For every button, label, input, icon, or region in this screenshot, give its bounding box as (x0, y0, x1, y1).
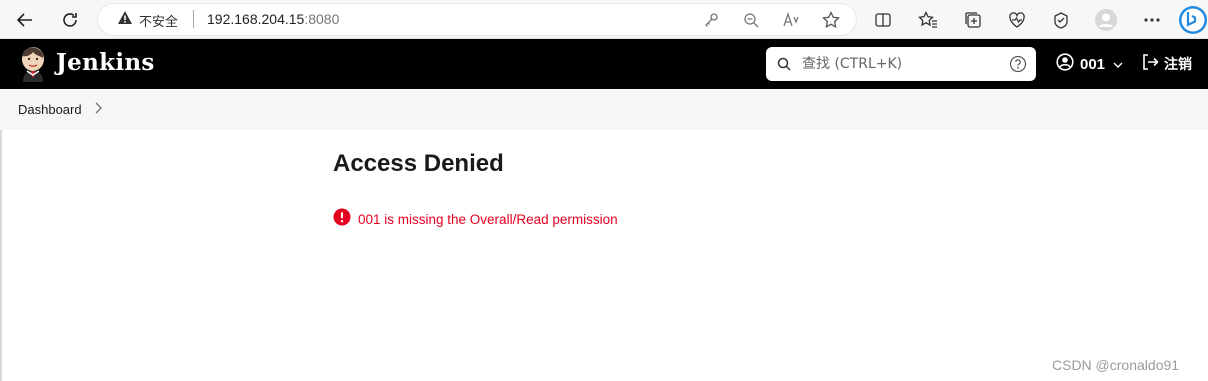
favorite-star-icon[interactable] (820, 9, 842, 31)
main-content: Access Denied 001 is missing the Overall… (333, 150, 618, 227)
page-left-border (0, 130, 2, 381)
breadcrumb-dashboard[interactable]: Dashboard (18, 102, 82, 117)
help-icon[interactable] (1009, 55, 1027, 78)
favorites-icon[interactable] (916, 8, 940, 32)
jenkins-header: Jenkins 001 注销 (0, 39, 1208, 89)
refresh-icon[interactable] (55, 5, 85, 35)
url-text[interactable]: 192.168.204.15:8080 (207, 11, 339, 27)
logout-button[interactable]: 注销 (1141, 53, 1192, 75)
read-aloud-icon[interactable] (780, 9, 802, 31)
key-icon[interactable] (700, 9, 722, 31)
error-icon (333, 208, 351, 231)
logout-label: 注销 (1164, 57, 1192, 73)
chevron-down-icon[interactable] (1113, 56, 1123, 73)
profile-icon[interactable] (1094, 8, 1118, 32)
collections-icon[interactable] (961, 8, 985, 32)
jenkins-brand-name[interactable]: Jenkins (56, 49, 155, 76)
extensions-icon[interactable] (1049, 8, 1073, 32)
back-icon[interactable] (10, 5, 40, 35)
insecure-label[interactable]: 不安全 (139, 11, 178, 30)
user-name[interactable]: 001 (1080, 56, 1105, 73)
page-title: Access Denied (333, 150, 504, 177)
search-icon (777, 57, 791, 76)
url-host: 192.168.204.15 (207, 11, 305, 27)
jenkins-logo-icon (22, 47, 44, 82)
search-input[interactable] (802, 47, 1002, 81)
split-screen-icon[interactable] (871, 8, 895, 32)
error-text: 001 is missing the Overall/Read permissi… (358, 212, 618, 227)
user-avatar-icon (1056, 53, 1074, 75)
browser-toolbar: 不安全 192.168.204.15:8080 (0, 0, 1208, 39)
search-box[interactable] (766, 47, 1036, 81)
watermark: CSDN @cronaldo91 (1052, 357, 1180, 373)
url-port: :8080 (304, 11, 340, 27)
user-menu[interactable]: 001 (1056, 53, 1123, 75)
browser-essentials-icon[interactable] (1005, 8, 1029, 32)
more-icon[interactable] (1140, 8, 1164, 32)
logout-icon (1141, 53, 1159, 75)
address-divider (193, 10, 194, 28)
zoom-out-icon[interactable] (740, 9, 762, 31)
breadcrumb-bar: Dashboard (0, 89, 1208, 130)
jenkins-logo-link[interactable] (18, 46, 48, 82)
error-message: 001 is missing the Overall/Read permissi… (333, 208, 618, 231)
breadcrumb: Dashboard (18, 102, 102, 117)
chevron-right-icon[interactable] (94, 102, 102, 117)
warning-icon[interactable] (117, 10, 133, 31)
bing-icon[interactable] (1178, 5, 1208, 35)
